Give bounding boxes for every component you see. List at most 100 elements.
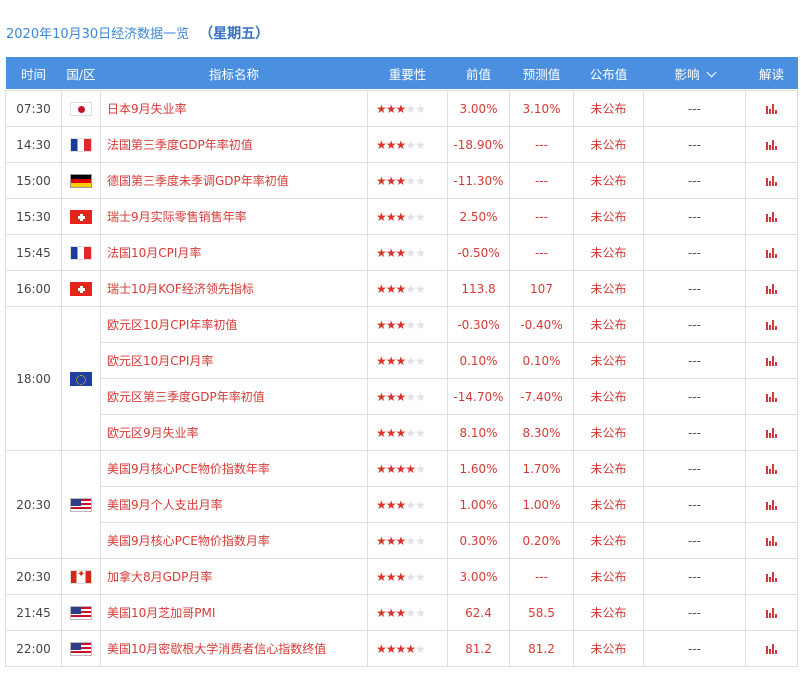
impact-value: --- — [643, 378, 746, 415]
table-row: 欧元区第三季度GDP年率初值 ★★★★★ -14.70% -7.40% 未公布 --- — [6, 378, 798, 415]
indicator-name[interactable]: 美国9月核心PCE物价指数年率 — [100, 450, 368, 487]
bar-chart-icon[interactable] — [766, 212, 777, 222]
star-icon: ★ — [385, 533, 397, 548]
previous-value: 81.2 — [447, 630, 510, 667]
table-header-row: 时间 国/区 指标名称 重要性 前值 预测值 公布值 影响 解读 — [5, 57, 798, 89]
star-icon: ★ — [415, 281, 426, 296]
impact-value: --- — [643, 486, 746, 523]
analysis-cell[interactable] — [745, 558, 798, 595]
table-body: 07:30 日本9月失业率 ★★★★★ 3.00% 3.10% 未公布 --- 14:30 法国… — [5, 89, 798, 667]
analysis-cell[interactable] — [745, 306, 798, 343]
analysis-cell[interactable] — [745, 198, 798, 235]
impact-value: --- — [643, 342, 746, 379]
analysis-cell[interactable] — [745, 234, 798, 271]
table-row: 15:45 法国10月CPI月率 ★★★★★ -0.50% --- 未公布 --- — [5, 234, 798, 271]
forecast-value: --- — [509, 198, 574, 235]
star-icon: ★ — [415, 353, 426, 368]
chevron-down-icon[interactable] — [706, 67, 716, 77]
impact-value: --- — [643, 558, 746, 595]
previous-value: 3.00% — [447, 90, 510, 127]
star-icon: ★ — [376, 389, 387, 404]
impact-value: --- — [643, 198, 746, 235]
bar-chart-icon[interactable] — [766, 464, 777, 474]
importance-stars: ★★★★★ — [367, 234, 448, 271]
forecast-value: --- — [509, 126, 574, 163]
col-country: 国/区 — [66, 66, 96, 82]
actual-value: 未公布 — [573, 486, 644, 523]
bar-chart-icon[interactable] — [766, 320, 777, 330]
indicator-name[interactable]: 加拿大8月GDP月率 — [100, 558, 368, 595]
analysis-cell[interactable] — [745, 594, 798, 631]
indicator-name[interactable]: 欧元区10月CPI月率 — [100, 342, 368, 379]
flag-ch-icon — [70, 281, 92, 296]
bar-chart-icon[interactable] — [766, 572, 777, 582]
indicator-name[interactable]: 欧元区第三季度GDP年率初值 — [100, 378, 368, 415]
bar-chart-icon[interactable] — [766, 284, 777, 294]
indicator-name[interactable]: 法国第三季度GDP年率初值 — [100, 126, 368, 163]
indicator-name[interactable]: 日本9月失业率 — [100, 90, 368, 127]
col-forecast: 预测值 — [522, 66, 561, 82]
analysis-cell[interactable] — [745, 522, 798, 559]
analysis-cell[interactable] — [745, 162, 798, 199]
star-icon: ★ — [415, 101, 426, 116]
analysis-cell[interactable] — [745, 486, 798, 523]
actual-value: 未公布 — [573, 414, 644, 451]
bar-chart-icon[interactable] — [766, 356, 777, 366]
bar-chart-icon[interactable] — [766, 104, 777, 114]
bar-chart-icon[interactable] — [766, 392, 777, 402]
importance-stars: ★★★★★ — [367, 630, 448, 667]
time-cell: 20:30 — [5, 450, 62, 559]
indicator-name[interactable]: 瑞士10月KOF经济领先指标 — [100, 270, 368, 307]
table-row: 18:00 欧元区10月CPI年率初值 ★★★★★ -0.30% -0.40% 未公布 --… — [5, 306, 798, 451]
bar-chart-icon[interactable] — [766, 428, 777, 438]
forecast-value: -0.40% — [509, 306, 574, 343]
forecast-value: 1.00% — [509, 486, 574, 523]
table-row: 欧元区10月CPI月率 ★★★★★ 0.10% 0.10% 未公布 --- — [6, 342, 798, 379]
country-cell — [61, 162, 101, 199]
star-icon: ★ — [385, 605, 397, 620]
indicator-name[interactable]: 美国9月核心PCE物价指数月率 — [100, 522, 368, 559]
time-cell: 21:45 — [5, 594, 62, 631]
previous-value: 8.10% — [447, 414, 510, 451]
bar-chart-icon[interactable] — [766, 536, 777, 546]
importance-stars: ★★★★★ — [367, 414, 448, 451]
star-icon: ★ — [376, 245, 387, 260]
bar-chart-icon[interactable] — [766, 644, 777, 654]
time-cell: 15:45 — [5, 234, 62, 271]
indicator-name[interactable]: 美国9月个人支出月率 — [100, 486, 368, 523]
bar-chart-icon[interactable] — [766, 140, 777, 150]
indicator-name[interactable]: 美国10月密歇根大学消费者信心指数终值 — [100, 630, 368, 667]
indicator-name[interactable]: 欧元区9月失业率 — [100, 414, 368, 451]
analysis-cell[interactable] — [745, 342, 798, 379]
star-icon: ★ — [395, 497, 407, 512]
indicator-name[interactable]: 欧元区10月CPI年率初值 — [100, 306, 368, 343]
weekday-title: （星期五） — [199, 26, 270, 42]
star-icon: ★ — [405, 173, 416, 188]
star-icon: ★ — [405, 641, 416, 656]
bar-chart-icon[interactable] — [766, 500, 777, 510]
star-icon: ★ — [415, 605, 426, 620]
bar-chart-icon[interactable] — [766, 248, 777, 258]
star-icon: ★ — [415, 497, 426, 512]
bar-chart-icon[interactable] — [766, 176, 777, 186]
analysis-cell[interactable] — [745, 630, 798, 667]
analysis-cell[interactable] — [745, 450, 798, 487]
time-cell: 15:30 — [5, 198, 62, 235]
analysis-cell[interactable] — [745, 378, 798, 415]
bar-chart-icon[interactable] — [766, 608, 777, 618]
star-icon: ★ — [405, 209, 416, 224]
analysis-cell[interactable] — [745, 270, 798, 307]
previous-value: 2.50% — [447, 198, 510, 235]
col-impact[interactable]: 影响 — [644, 57, 746, 89]
time-cell: 20:30 — [5, 558, 62, 595]
analysis-cell[interactable] — [745, 414, 798, 451]
flag-fr-icon — [70, 245, 92, 260]
indicator-name[interactable]: 美国10月芝加哥PMI — [100, 594, 368, 631]
analysis-cell[interactable] — [745, 90, 798, 127]
indicator-name[interactable]: 瑞士9月实际零售销售年率 — [100, 198, 368, 235]
star-icon: ★ — [395, 101, 407, 116]
flag-us-icon — [70, 641, 92, 656]
indicator-name[interactable]: 德国第三季度未季调GDP年率初值 — [100, 162, 368, 199]
indicator-name[interactable]: 法国10月CPI月率 — [100, 234, 368, 271]
analysis-cell[interactable] — [745, 126, 798, 163]
